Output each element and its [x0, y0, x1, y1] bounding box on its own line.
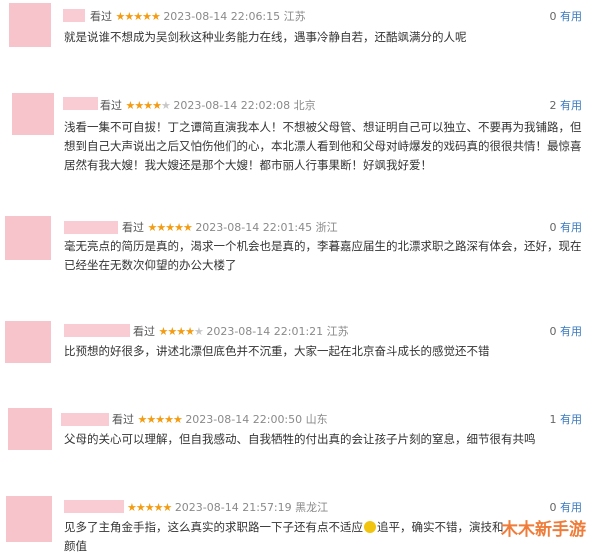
vote-area: 0 有用 [550, 8, 583, 24]
star-icon: ★★★★ [125, 99, 162, 112]
useful-button[interactable]: 有用 [560, 10, 582, 23]
avatar[interactable] [12, 93, 54, 135]
review-content: 比预想的好很多，讲述北漂但底色并不沉重，大家一起在北京奋斗成长的感觉还不错 [64, 344, 490, 358]
review-content-part: 追平，确实不错，演技和 [377, 520, 504, 534]
emoji-icon [364, 521, 376, 533]
watched-label: 看过 [112, 413, 134, 426]
review-location: 浙江 [315, 221, 338, 234]
review-location: 江苏 [326, 325, 349, 338]
useful-button[interactable]: 有用 [560, 501, 582, 514]
vote-count: 0 [549, 221, 557, 234]
star-icon: ★★★★★ [115, 10, 161, 23]
rating-stars: ★★★★★ [137, 413, 183, 426]
username[interactable] [64, 221, 118, 234]
vote-count: 0 [549, 10, 557, 23]
star-icon: ★★★★★ [147, 221, 193, 234]
vote-area: 2 有用 [550, 97, 583, 113]
review-content-part: 见多了主角金手指，这么真实的求职路一下子还有点不适应 [64, 520, 363, 534]
review-date: 2023-08-14 22:06:15 [163, 10, 281, 23]
vote-area: 0 有用 [550, 499, 583, 515]
star-icon: ★★★★★ [137, 413, 183, 426]
review-content: 毫无亮点的简历是真的，渴求一个机会也是真的，李暮嘉应届生的北漂求职之路深有体会，… [64, 239, 582, 272]
review-location: 山东 [305, 413, 328, 426]
review-meta: 看过 ★★★★★ 2023-08-14 22:01:45 浙江 [122, 219, 338, 235]
watched-label: 看过 [133, 325, 155, 338]
watched-label: 看过 [122, 221, 144, 234]
star-icon: ★★★★★ [127, 501, 172, 514]
rating-stars: ★★★★★ [127, 501, 172, 514]
useful-button[interactable]: 有用 [560, 413, 582, 426]
username[interactable] [61, 413, 109, 426]
vote-area: 0 有用 [550, 323, 583, 339]
review-content: 就是说谁不想成为吴剑秋这种业务能力在线，遇事冷静自若，还酷飒满分的人呢 [64, 30, 467, 44]
vote-count: 1 [549, 413, 557, 426]
review-meta: 看过 ★★★★★ 2023-08-14 22:00:50 山东 [112, 411, 328, 427]
username[interactable] [63, 9, 85, 22]
vote-count: 0 [549, 325, 557, 338]
useful-button[interactable]: 有用 [560, 99, 582, 112]
username[interactable] [64, 500, 124, 513]
vote-count: 2 [549, 99, 557, 112]
avatar[interactable] [8, 408, 52, 450]
review-date: 2023-08-14 22:00:50 [185, 413, 303, 426]
review-date: 2023-08-14 22:01:21 [206, 325, 324, 338]
review-location: 黑龙江 [295, 501, 329, 514]
username[interactable] [63, 97, 98, 110]
review-meta: 看过 ★★★★★ 2023-08-14 22:06:15 江苏 [90, 8, 306, 24]
avatar[interactable] [5, 216, 51, 260]
watched-label: 看过 [90, 10, 112, 23]
review-meta: 看过 ★★★★★ 2023-08-14 22:02:08 北京 [100, 97, 316, 113]
username[interactable] [64, 324, 130, 337]
useful-button[interactable]: 有用 [560, 221, 582, 234]
review-location: 北京 [293, 99, 316, 112]
review-location: 江苏 [283, 10, 306, 23]
review-meta: ★★★★★ 2023-08-14 21:57:19 黑龙江 [127, 499, 328, 515]
review-date: 2023-08-14 22:01:45 [195, 221, 313, 234]
star-empty-icon: ★ [160, 99, 171, 112]
watermark-logo: 木木新手游 [501, 520, 586, 540]
avatar[interactable] [6, 496, 52, 542]
vote-area: 1 有用 [550, 411, 583, 427]
review-meta: 看过 ★★★★★ 2023-08-14 22:01:21 江苏 [133, 323, 349, 339]
review-content: 浅看一集不可自拔！丁之谭简直演我本人！不想被父母管、想证明自己可以独立、不要再为… [64, 120, 582, 172]
vote-count: 0 [549, 501, 557, 514]
useful-button[interactable]: 有用 [560, 325, 582, 338]
rating-stars: ★★★★★ [158, 325, 204, 338]
rating-stars: ★★★★★ [147, 221, 193, 234]
avatar[interactable] [9, 3, 51, 47]
vote-area: 0 有用 [550, 219, 583, 235]
star-empty-icon: ★ [193, 325, 204, 338]
watched-label: 看过 [100, 99, 122, 112]
star-icon: ★★★★ [158, 325, 195, 338]
review-date: 2023-08-14 21:57:19 [174, 501, 292, 514]
review-content-part: 颜值 [64, 539, 87, 553]
review-content: 父母的关心可以理解，但自我感动、自我牺牲的付出真的会让孩子片刻的窒息，细节很有共… [64, 432, 536, 446]
rating-stars: ★★★★★ [115, 10, 161, 23]
review-date: 2023-08-14 22:02:08 [173, 99, 291, 112]
rating-stars: ★★★★★ [125, 99, 171, 112]
avatar[interactable] [5, 321, 51, 363]
